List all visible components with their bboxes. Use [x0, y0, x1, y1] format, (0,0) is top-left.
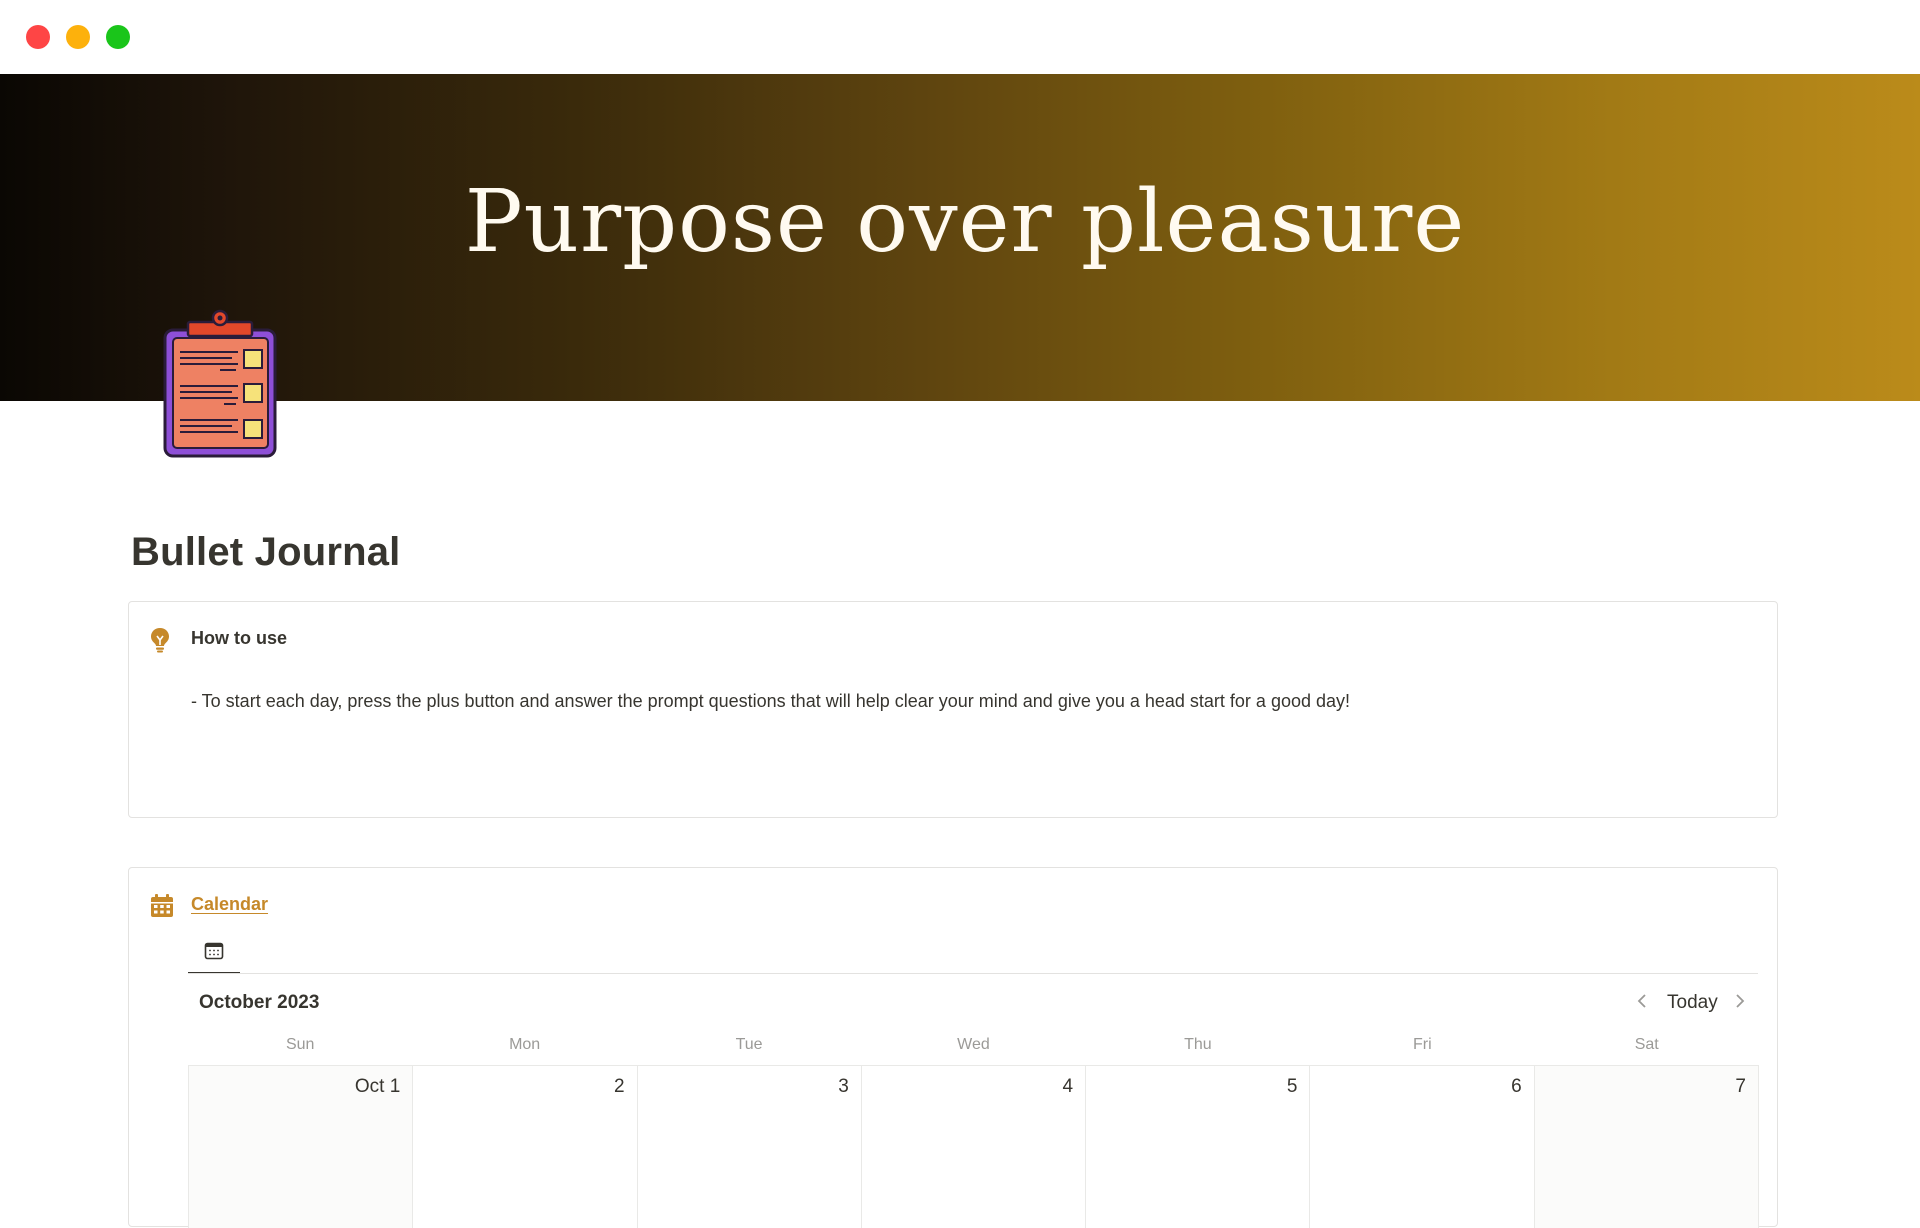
day-number: 2	[613, 1076, 625, 1097]
calendar-day-cell[interactable]: 7	[1534, 1066, 1759, 1228]
calendar-day-cell[interactable]: 5	[1086, 1066, 1311, 1228]
calendar-database-title[interactable]: Calendar	[191, 894, 268, 915]
how-to-use-callout: How to use - To start each day, press th…	[128, 601, 1778, 818]
calendar-database: Calendar October 2023 Today Sun Mon Tue …	[128, 867, 1778, 1228]
view-tabs-divider	[188, 973, 1758, 974]
day-number: 6	[1511, 1076, 1522, 1097]
day-number: 3	[838, 1076, 849, 1097]
calendar-day-cell[interactable]: Oct 1	[189, 1066, 414, 1228]
next-month-button[interactable]	[1729, 992, 1751, 1014]
cover-title: Purpose over pleasure	[464, 172, 1466, 272]
page-title[interactable]: Bullet Journal	[131, 530, 401, 575]
previous-month-button[interactable]	[1631, 992, 1653, 1014]
weekday-label: Mon	[509, 1036, 541, 1053]
weekday-header-row: Sun Mon Tue Wed Thu Fri Sat	[188, 1036, 1759, 1066]
weekday-label: Sat	[1634, 1036, 1659, 1053]
close-window-button[interactable]	[26, 25, 50, 49]
today-button[interactable]: Today	[1661, 989, 1724, 1017]
minimize-window-button[interactable]	[66, 25, 90, 49]
calendar-day-cell[interactable]: 6	[1310, 1066, 1535, 1228]
calendar-day-cell[interactable]: 3	[637, 1066, 862, 1228]
weekday-label: Fri	[1412, 1036, 1432, 1053]
weekday-label: Thu	[1184, 1036, 1212, 1053]
day-number: 5	[1286, 1076, 1298, 1097]
page-cover[interactable]: Purpose over pleasure	[0, 74, 1920, 401]
chevron-left-icon	[1636, 993, 1648, 1014]
calendar-day-cell[interactable]: 2	[413, 1066, 638, 1228]
tab-calendar-view[interactable]	[188, 934, 240, 974]
chevron-right-icon	[1734, 993, 1746, 1014]
window-titlebar	[0, 0, 1920, 74]
day-number: 7	[1735, 1076, 1746, 1097]
weekday-label: Wed	[957, 1036, 990, 1053]
maximize-window-button[interactable]	[106, 25, 130, 49]
callout-heading: How to use	[191, 628, 288, 648]
day-number: Oct 1	[354, 1076, 401, 1097]
day-number: 4	[1062, 1076, 1074, 1097]
calendar-week-row: Oct 1 2 3 4 5 6 7	[188, 1065, 1759, 1228]
current-month-label: October 2023	[199, 992, 320, 1013]
calendar-day-cell[interactable]: 4	[861, 1066, 1087, 1228]
calendar-view-icon	[204, 942, 224, 965]
weekday-label: Sun	[285, 1036, 315, 1053]
clipboard-checklist-icon[interactable]	[160, 306, 282, 462]
weekday-label: Tue	[735, 1036, 763, 1053]
callout-text: - To start each day, press the plus butt…	[191, 691, 1351, 711]
lightbulb-icon[interactable]	[149, 627, 171, 653]
calendar-icon	[149, 893, 175, 919]
